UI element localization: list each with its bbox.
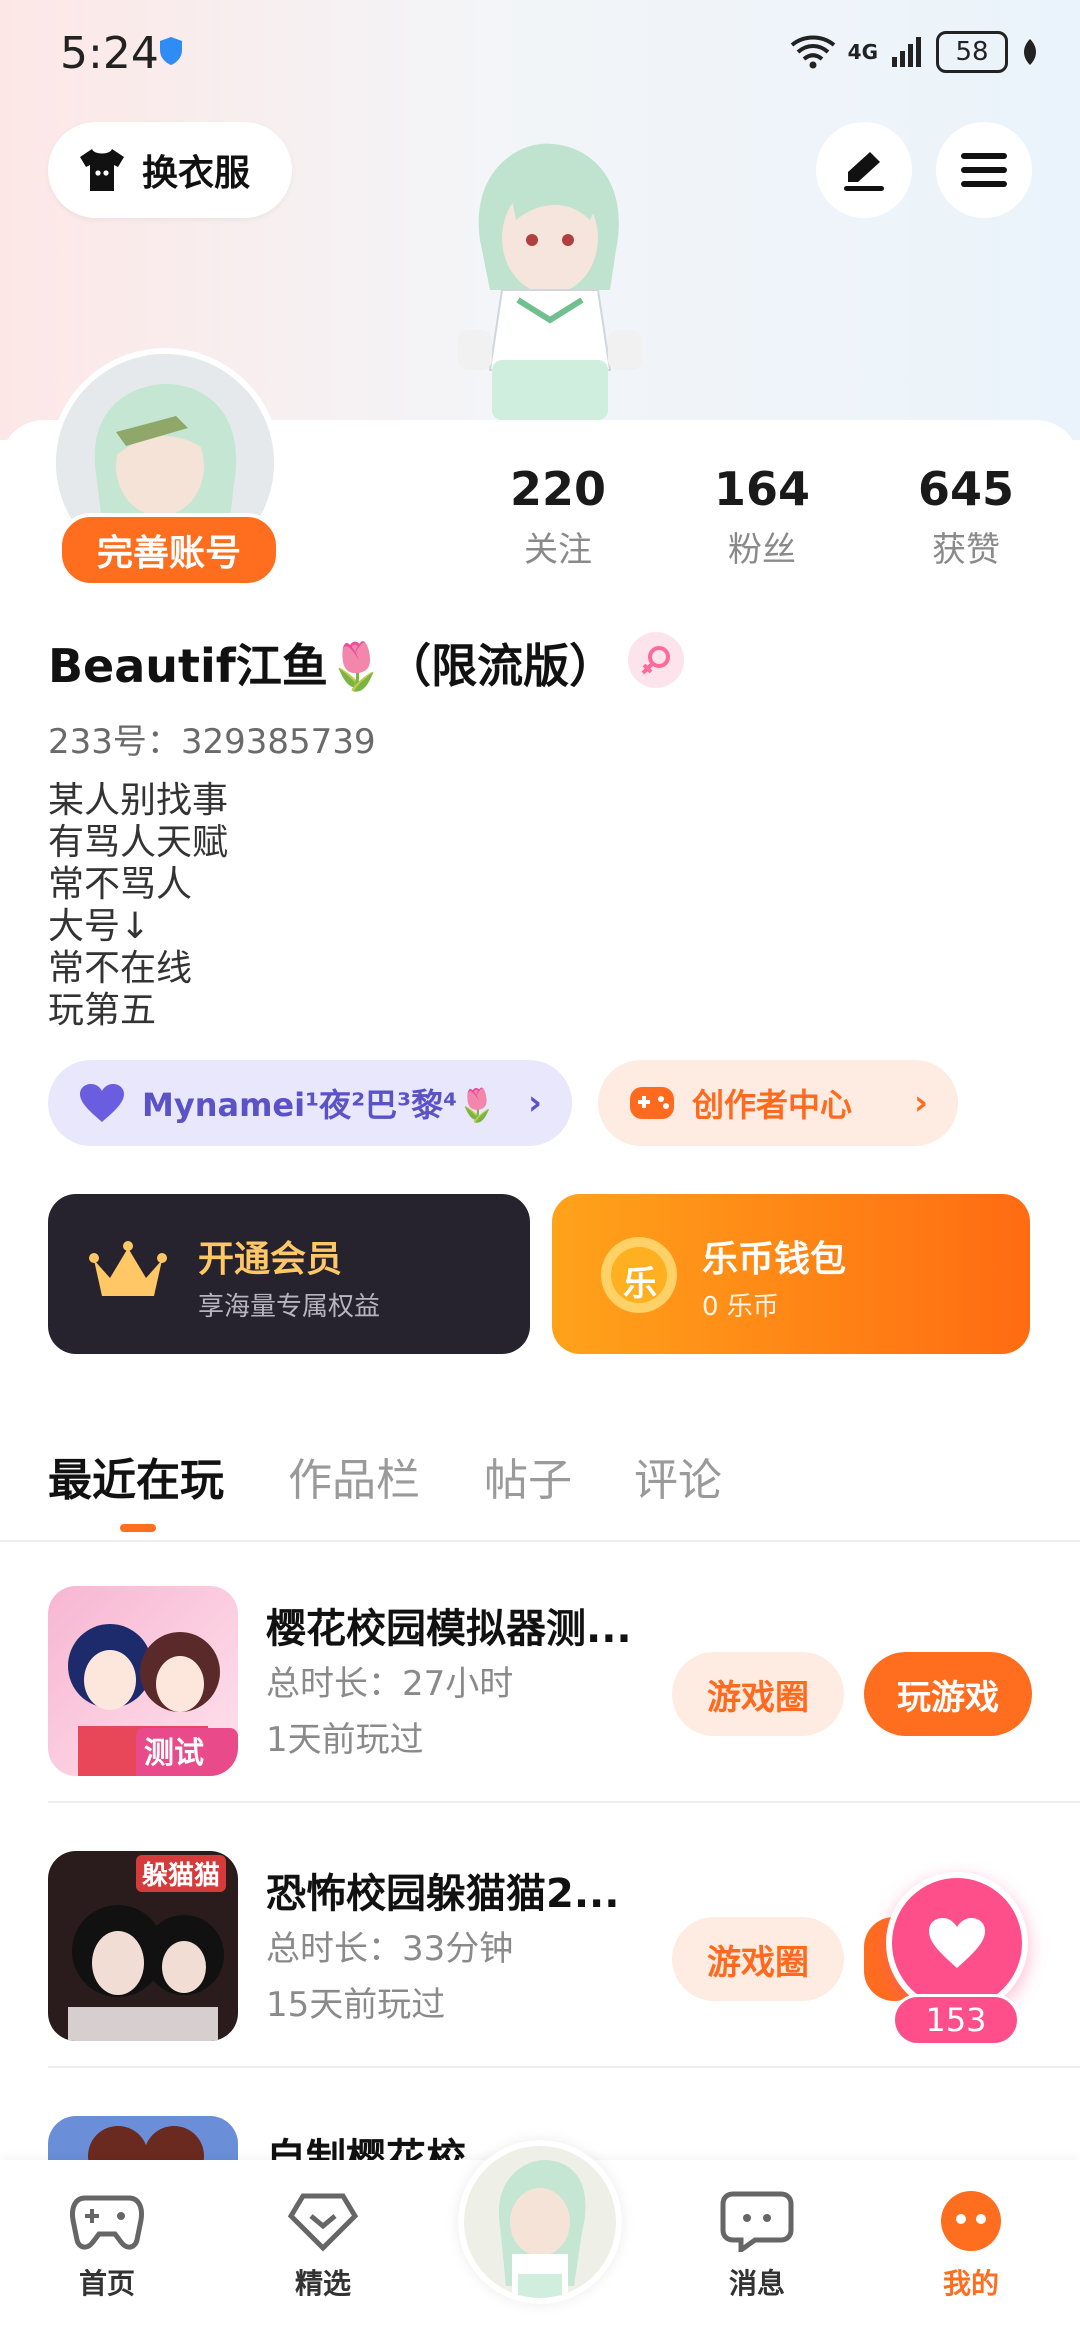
gender-female-icon [628, 632, 684, 688]
bio-line: 常不骂人 [48, 864, 193, 905]
game-circle-button[interactable]: 游戏圈 [672, 1652, 844, 1736]
game-icon-caption: 躲猫猫 [136, 1855, 227, 1892]
status-right: 4G 58 [790, 30, 1040, 74]
stat-followers[interactable]: 164 粉丝 [682, 462, 842, 571]
game-circle-button[interactable]: 游戏圈 [672, 1917, 844, 2001]
game-name: 恐怖校园躲猫猫2... [266, 1871, 620, 1917]
nav-me[interactable]: 我的 [906, 2190, 1036, 2302]
tab-posts[interactable]: 帖子 [484, 1444, 572, 1508]
game-duration: 总时长：27小时 [266, 1664, 514, 1704]
bio-line: 常不在线 [48, 948, 193, 989]
nav-home[interactable]: 首页 [42, 2190, 172, 2302]
wallet-subtitle: 0 乐币 [702, 1292, 779, 1322]
stat-likes-value: 645 [917, 462, 1015, 516]
tab-recently-played[interactable]: 最近在玩 [48, 1444, 224, 1508]
stat-likes-label: 获赞 [932, 530, 1000, 570]
profile-page: 5:24 4G 58 换衣服 完善账号 220 关注 164 粉丝 645 获赞… [0, 0, 1080, 2340]
bio-line: 有骂人天赋 [48, 822, 229, 863]
nav-featured-label: 精选 [294, 2267, 351, 2300]
bio-line: 大号↓ [48, 906, 151, 947]
bio-line: 某人别找事 [48, 780, 229, 821]
game-row[interactable]: 测试版 樱花校园模拟器测... 总时长：27小时 1天前玩过 游戏圈 玩游戏 [48, 1538, 1080, 1803]
user-id: 233号：329385739 [48, 722, 376, 762]
menu-button[interactable] [936, 122, 1032, 218]
nav-avatar-center[interactable] [458, 2140, 622, 2304]
vip-membership-card[interactable]: 开通会员 享海量专属权益 [48, 1194, 530, 1354]
stat-following[interactable]: 220 关注 [478, 462, 638, 571]
like-count: 153 [892, 1994, 1020, 2046]
heart-icon [929, 1918, 985, 1968]
like-float-button[interactable] [886, 1872, 1028, 2014]
stat-followers-label: 粉丝 [728, 530, 796, 570]
wifi-icon [790, 35, 835, 69]
complete-account-badge[interactable]: 完善账号 [58, 513, 280, 587]
change-outfit-label: 换衣服 [142, 153, 251, 194]
nav-featured[interactable]: 精选 [258, 2190, 388, 2302]
gamepad-icon [70, 2195, 144, 2250]
battery-indicator: 58 [936, 31, 1008, 73]
battery-level: 58 [955, 37, 989, 67]
game-icon[interactable]: 躲猫猫 [48, 1851, 238, 2041]
tshirt-icon [80, 149, 124, 191]
family-group-label: Mynamei¹夜²巴³黎⁴🌷 [142, 1086, 498, 1124]
chevron-right-icon: › [913, 1083, 928, 1123]
game-icon[interactable]: 测试版 [48, 1586, 238, 1776]
edit-button[interactable] [816, 122, 912, 218]
bio-line: 玩第五 [48, 990, 157, 1031]
status-bar: 5:24 4G 58 [0, 0, 1080, 100]
nav-me-label: 我的 [942, 2267, 999, 2300]
nav-home-label: 首页 [78, 2267, 135, 2300]
user-smile-icon [941, 2191, 1001, 2251]
pen-icon [844, 152, 884, 191]
coin-wallet-card[interactable]: 乐 乐币钱包 0 乐币 [552, 1194, 1030, 1354]
stat-following-value: 220 [509, 462, 607, 516]
stat-likes[interactable]: 645 获赞 [886, 462, 1046, 571]
stat-following-label: 关注 [524, 530, 592, 570]
vip-subtitle: 享海量专属权益 [198, 1292, 381, 1322]
stat-followers-value: 164 [713, 462, 811, 516]
nav-messages[interactable]: 消息 [692, 2190, 822, 2302]
avatar-3d-character[interactable] [440, 130, 660, 440]
bio: 某人别找事 有骂人天赋 常不骂人 大号↓ 常不在线 玩第五 [48, 780, 228, 1032]
chevron-right-icon: › [527, 1083, 542, 1123]
tab-indicator [120, 1524, 156, 1532]
creator-center-label: 创作者中心 [692, 1086, 853, 1124]
game-last-played: 15天前玩过 [266, 1985, 446, 2025]
wallet-title: 乐币钱包 [702, 1239, 847, 1280]
family-group-button[interactable]: Mynamei¹夜²巴³黎⁴🌷 › [48, 1060, 572, 1146]
status-time: 5:24 [60, 28, 159, 79]
game-name: 自制樱花校 [266, 2136, 466, 2160]
content-tabs: 最近在玩 作品栏 帖子 评论 [0, 1430, 1080, 1542]
leaf-icon [1024, 39, 1036, 65]
game-name: 樱花校园模拟器测... [266, 1606, 632, 1652]
tab-works[interactable]: 作品栏 [288, 1444, 420, 1508]
hamburger-menu-icon [961, 153, 1007, 187]
gamepad-icon [630, 1087, 674, 1119]
game-icon[interactable] [48, 2116, 238, 2160]
change-outfit-button[interactable]: 换衣服 [48, 122, 292, 218]
creator-center-button[interactable]: 创作者中心 › [598, 1060, 958, 1146]
tab-comments[interactable]: 评论 [634, 1444, 722, 1508]
game-last-played: 1天前玩过 [266, 1720, 424, 1760]
signal-icon [892, 37, 921, 67]
crown-icon [89, 1241, 167, 1296]
play-game-button[interactable]: 玩游戏 [864, 1652, 1032, 1736]
coin-glyph: 乐 [623, 1264, 657, 1304]
game-icon-caption: 测试版 [136, 1728, 238, 1776]
network-type: 4G [847, 40, 878, 64]
heart-diamond-icon [287, 2193, 359, 2252]
bottom-navigation: 首页 精选 消息 我的 [0, 2140, 1080, 2340]
game-duration: 总时长：33分钟 [266, 1929, 514, 1969]
heart-icon [80, 1084, 124, 1122]
vip-title: 开通会员 [198, 1239, 343, 1280]
username: Beautif江鱼🌷（限流版） [48, 639, 616, 693]
nav-messages-label: 消息 [728, 2267, 785, 2300]
shield-icon [160, 37, 182, 65]
chat-bubble-icon [720, 2191, 794, 2255]
